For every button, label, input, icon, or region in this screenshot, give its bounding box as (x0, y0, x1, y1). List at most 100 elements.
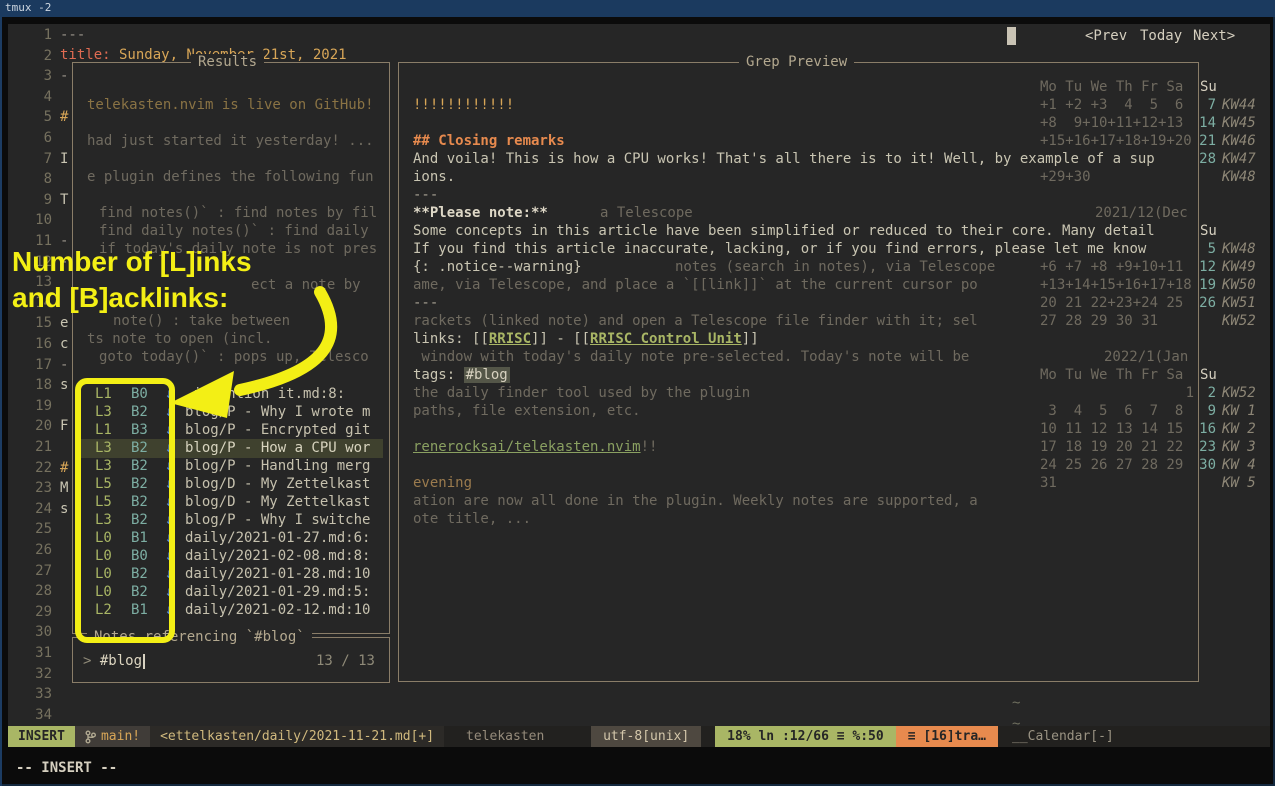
sunday-date[interactable]: 14 (1197, 114, 1216, 132)
gutter-line-number: 31 (8, 644, 52, 662)
preview-line: ions. (413, 168, 455, 186)
sunday-date[interactable]: 12 (1197, 258, 1216, 276)
preview-line: --- (413, 186, 438, 204)
calendar-sunday-header: Su (1200, 222, 1217, 240)
ghost-text: ect a note by (251, 276, 361, 294)
sunday-date[interactable]: 9 (1197, 402, 1216, 420)
entry-filename: blog/P - Why I switche (185, 511, 370, 529)
search-input[interactable]: > #blog (83, 652, 145, 670)
gutter-line-number: 25 (8, 520, 52, 538)
sunday-date[interactable]: 7 (1197, 96, 1216, 114)
calendar-prev-button[interactable]: <Prev (1085, 27, 1127, 45)
preview-line: Some concepts in this article have been … (413, 222, 1155, 240)
preview-line: evening (413, 474, 472, 492)
gutter-line-number: 22 (8, 459, 52, 477)
calendar-days-ghost: +6 +7 +8 +9+10+11 (1040, 258, 1194, 276)
gutter-line-number: 33 (8, 685, 52, 703)
bracket: [[ (472, 331, 489, 347)
ghost-text: ts note to open (incl. (87, 330, 281, 348)
calendar-days-ghost: 31 (1040, 474, 1194, 492)
entry-filename: daily/2021-02-08.md:8: (185, 547, 370, 565)
gutter-line-number: 10 (8, 211, 52, 229)
preview-line: rackets (linked note) and open a Telesco… (413, 312, 978, 330)
buffer-edge-char: e (60, 314, 68, 332)
calendar-days-ghost: +8 9+10+11+12+13 (1040, 114, 1194, 132)
gutter-line-number: 34 (8, 706, 52, 724)
buffer-edge-char: M (60, 479, 68, 497)
sunday-date[interactable]: 30 (1197, 456, 1216, 474)
gutter-line-number: 19 (8, 397, 52, 415)
buffer-edge-char: s (60, 376, 68, 394)
calendar-statusline: __Calendar[-] (998, 726, 1270, 747)
buffer-edge-char: # (60, 108, 68, 126)
calendar-days-ghost: 3 4 5 6 7 8 (1040, 402, 1194, 420)
annotation-text-line1: Number of [L]inks (12, 246, 252, 278)
gutter-line-number: 27 (8, 562, 52, 580)
week-number: KW47 (1222, 150, 1256, 168)
gutter-line-number: 28 (8, 582, 52, 600)
tags-label: tags: (413, 367, 464, 383)
gutter-line-number: 9 (8, 191, 52, 209)
preview-line: renerocksai/telekasten.nvim!! (413, 438, 657, 456)
sunday-date[interactable]: 19 (1197, 276, 1216, 294)
week-number: KW44 (1222, 96, 1256, 114)
sunday-date[interactable]: 2 (1197, 384, 1216, 402)
command-line-mode: -- INSERT -- (16, 760, 117, 776)
match-counter: 13 / 13 (316, 652, 375, 670)
calendar-today-button[interactable]: Today (1140, 27, 1182, 45)
filename-segment: <ettelkasten/daily/2021-11-21.md[+] (150, 726, 444, 747)
calendar-next-button[interactable]: Next> (1193, 27, 1235, 45)
sunday-date[interactable]: 16 (1197, 420, 1216, 438)
week-number: KW48 (1222, 240, 1256, 258)
bracket: ]] - [[ (531, 331, 590, 347)
preview-line: links: [[RRISC]] - [[RRISC Control Unit]… (413, 330, 759, 348)
repo-link: renerocksai/telekasten.nvim (413, 439, 641, 455)
calendar-month-header: 2022/1(Jan (1104, 348, 1188, 366)
entry-filename: daily/2021-02-12.md:10 (185, 601, 370, 619)
week-number: KW 3 (1222, 438, 1256, 456)
ghost-text: find daily notes()` : find daily (99, 222, 369, 240)
sunday-date[interactable]: 23 (1197, 438, 1216, 456)
calendar-month-header: 2021/12(Dec (1095, 204, 1188, 222)
entry-filename: daily/2021-01-28.md:10 (185, 565, 370, 583)
prompt-window: Notes referencing `#blog` > #blog 13 / 1… (72, 637, 390, 683)
buffer-edge-char: F (60, 417, 68, 435)
ghost-text: !! (641, 439, 658, 455)
terminal-screen: tmux -2 12345678910111213141516171819202… (0, 0, 1275, 786)
buffer-edge-char: I (60, 150, 68, 168)
entry-filename: blog/P - Encrypted git (185, 421, 370, 439)
preview-line: window with today's daily note pre-selec… (413, 348, 969, 366)
gutter-line-number: 17 (8, 356, 52, 374)
week-number: KW 2 (1222, 420, 1256, 438)
sunday-date[interactable]: 28 (1197, 150, 1216, 168)
sunday-date[interactable]: 5 (1197, 240, 1216, 258)
plugin-name: telekasten (466, 726, 544, 747)
gutter-line-number: 15 (8, 314, 52, 332)
week-number: KW51 (1222, 294, 1256, 312)
calendar-scrollbar-thumb[interactable] (1007, 27, 1016, 45)
sunday-date[interactable]: 21 (1197, 132, 1216, 150)
preview-line: **Please note:**a Telescope (413, 204, 548, 222)
sunday-date[interactable]: 26 (1197, 294, 1216, 312)
gutter-line-number: 24 (8, 500, 52, 518)
calendar-sunday-header: Su (1200, 366, 1217, 384)
buffer-edge-char: s (60, 500, 68, 518)
calendar-days-ghost: 24 25 26 27 28 29 (1040, 456, 1194, 474)
entry-filename: …i mention it.md:8: (185, 385, 345, 403)
preview-line: ation are now all done in the plugin. We… (413, 492, 978, 510)
week-number: KW46 (1222, 132, 1256, 150)
week-number: KW 1 (1222, 402, 1256, 420)
calendar-dow-row: Mo Tu We Th Fr Sa (1040, 366, 1183, 384)
week-number: KW45 (1222, 114, 1256, 132)
entry-filename: blog/P - Handling merg (185, 457, 370, 475)
buffer-line3: - (60, 67, 68, 85)
encoding-segment: utf-8[unix] (591, 726, 701, 747)
gutter-line-number: 5 (8, 108, 52, 126)
gutter-line-number: 21 (8, 438, 52, 456)
calendar-days-ghost: +1 +2 +3 4 5 6 (1040, 96, 1194, 114)
calendar-days-ghost: +13+14+15+16+17+18 (1040, 276, 1194, 294)
tmux-titlebar: tmux -2 (0, 0, 1275, 17)
gutter-line-number: 2 (8, 47, 52, 65)
annotation-text-line2: and [B]acklinks: (12, 282, 228, 314)
week-number: KW49 (1222, 258, 1256, 276)
